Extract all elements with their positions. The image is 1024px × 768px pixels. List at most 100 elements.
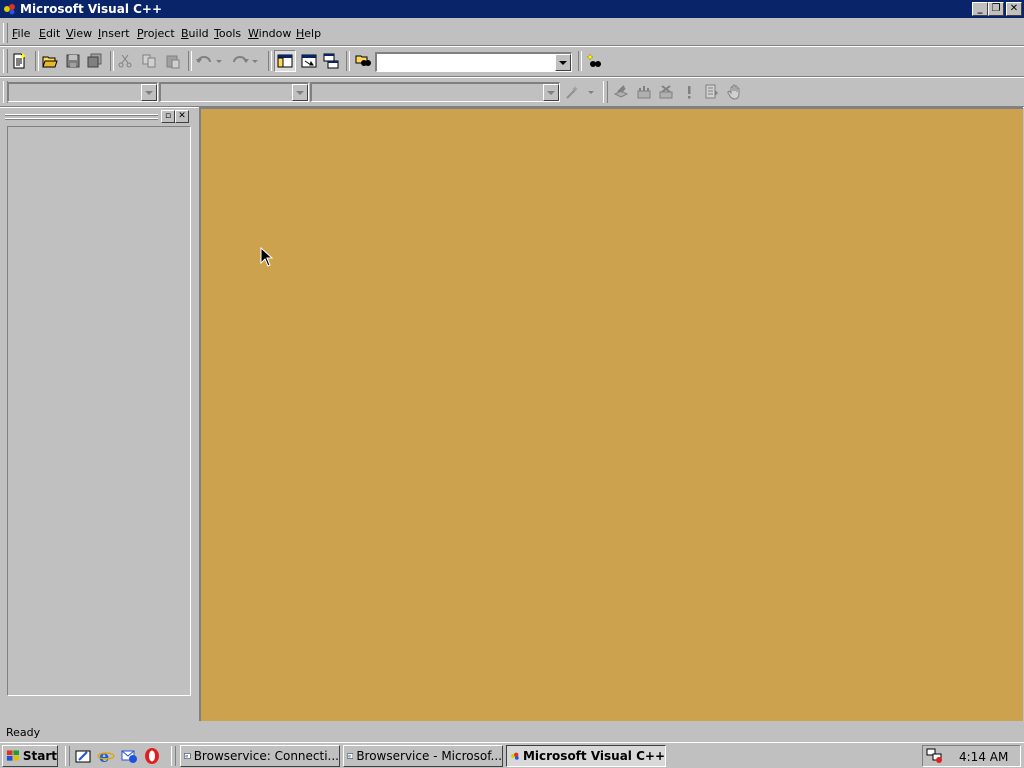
visual-cpp-icon — [510, 752, 519, 760]
title-bar[interactable]: Microsoft Visual C++ _ ❐ ✕ — [0, 0, 1024, 18]
standard-toolbar — [0, 47, 610, 75]
toolbar-separator — [268, 51, 272, 71]
start-label: Start — [22, 749, 57, 763]
task-label: Browservice - Microsof... — [356, 749, 502, 763]
new-text-file-button[interactable] — [8, 50, 30, 72]
opera-icon[interactable] — [143, 747, 161, 765]
visual-cpp-icon — [4, 4, 15, 15]
status-bar: Ready — [0, 724, 1024, 742]
open-button[interactable] — [39, 50, 61, 72]
save-all-icon — [87, 53, 102, 68]
menubar-grip[interactable] — [3, 23, 8, 43]
svg-text:e: e — [99, 747, 109, 765]
members-combo[interactable] — [310, 82, 560, 102]
taskbar-grip[interactable] — [65, 746, 70, 766]
execute-icon — [688, 86, 691, 99]
class-combo[interactable] — [7, 82, 158, 102]
start-button[interactable]: Start — [2, 745, 58, 767]
mdi-client-area[interactable] — [199, 107, 1023, 721]
svg-text:e: e — [185, 755, 188, 760]
workspace-maximize-button[interactable]: ▫ — [161, 110, 175, 123]
taskbar-grip[interactable] — [171, 746, 176, 766]
copy-button[interactable] — [138, 50, 160, 72]
close-icon: ✕ — [1009, 3, 1019, 14]
build-button[interactable] — [633, 81, 655, 103]
menu-tools[interactable]: Tools — [214, 27, 241, 40]
window-list-button[interactable] — [320, 50, 342, 72]
filter-combo-dropdown-button[interactable] — [292, 84, 308, 101]
redo-button[interactable] — [228, 50, 262, 72]
taskbar: Start e e Browservice: Connecti... e Bro… — [0, 742, 1024, 768]
workspace-grip-line[interactable] — [5, 114, 158, 116]
save-all-button[interactable] — [84, 50, 106, 72]
find-combo[interactable] — [375, 52, 572, 72]
menu-file[interactable]: File — [12, 27, 30, 40]
build-icon — [637, 86, 651, 99]
output-button[interactable] — [298, 50, 320, 72]
breakpoint-button[interactable] — [724, 81, 746, 103]
task-label: Browservice: Connecti... — [193, 749, 339, 763]
close-button[interactable]: ✕ — [1006, 2, 1022, 16]
wizard-toolbar — [0, 78, 750, 106]
menu-project[interactable]: Project — [137, 27, 175, 40]
browser-window-icon: e — [347, 753, 354, 760]
redo-icon — [233, 56, 258, 63]
cut-button[interactable] — [114, 50, 136, 72]
workspace-button[interactable] — [274, 50, 296, 72]
task-button-browservice-microsoft[interactable]: e Browservice - Microsof... — [343, 745, 503, 767]
find-in-files-icon — [355, 55, 371, 66]
workspace-pane: ▫ ✕ — [3, 110, 193, 720]
outlook-express-icon[interactable] — [120, 747, 138, 765]
go-button[interactable] — [700, 81, 722, 103]
cut-icon — [118, 54, 132, 68]
compile-icon — [613, 85, 629, 98]
workspace-close-button[interactable]: ✕ — [175, 110, 189, 123]
task-label: Microsoft Visual C++ — [522, 749, 665, 763]
show-desktop-icon[interactable] — [74, 747, 92, 765]
workspace-grip-line[interactable] — [5, 118, 158, 120]
menu-bar: File Edit View Insert Project Build Tool… — [0, 22, 1024, 44]
task-button-browservice-connection[interactable]: e Browservice: Connecti... — [180, 745, 340, 767]
compile-button[interactable] — [610, 81, 632, 103]
find-in-files-button[interactable] — [352, 50, 374, 72]
class-combo-dropdown-button[interactable] — [141, 84, 157, 101]
find-icon — [586, 53, 601, 67]
find-button[interactable] — [583, 50, 605, 72]
menu-edit[interactable]: Edit — [39, 27, 60, 40]
close-icon: ✕ — [178, 111, 186, 121]
menu-insert[interactable]: Insert — [98, 27, 130, 40]
toolbar-grip[interactable] — [603, 81, 608, 103]
task-button-visual-cpp[interactable]: Microsoft Visual C++ — [506, 745, 666, 767]
menu-build[interactable]: Build — [181, 27, 209, 40]
workspace-tree-area[interactable] — [7, 126, 191, 696]
breakpoint-icon — [727, 84, 740, 100]
undo-button[interactable] — [192, 50, 226, 72]
filter-combo[interactable] — [159, 82, 309, 102]
menu-view[interactable]: View — [66, 27, 92, 40]
network-status-icon[interactable] — [926, 748, 944, 764]
clock[interactable]: 4:14 AM — [959, 750, 1008, 764]
menu-window[interactable]: Window — [248, 27, 291, 40]
restore-icon: ❐ — [991, 3, 1001, 14]
wizard-action-button[interactable] — [562, 81, 598, 103]
wizard-wand-icon — [566, 86, 594, 99]
open-icon — [42, 56, 58, 68]
menu-help[interactable]: Help — [296, 27, 321, 40]
execute-button[interactable] — [678, 81, 700, 103]
minimize-button[interactable]: _ — [972, 2, 988, 16]
save-icon — [66, 54, 80, 68]
undo-icon — [196, 56, 222, 63]
restore-button[interactable]: ❐ — [988, 2, 1004, 16]
members-combo-dropdown-button[interactable] — [543, 84, 559, 101]
system-tray: 4:14 AM — [922, 745, 1021, 767]
paste-button[interactable] — [162, 50, 184, 72]
stop-build-button[interactable] — [655, 81, 677, 103]
mouse-cursor-icon — [260, 247, 274, 267]
minimize-icon: _ — [977, 3, 983, 14]
window-title: Microsoft Visual C++ — [20, 2, 163, 16]
new-text-file-icon — [13, 53, 26, 69]
find-combo-dropdown-button[interactable] — [555, 54, 571, 71]
internet-explorer-icon[interactable]: e — [97, 747, 115, 765]
save-button[interactable] — [62, 50, 84, 72]
stop-build-icon — [659, 85, 673, 99]
